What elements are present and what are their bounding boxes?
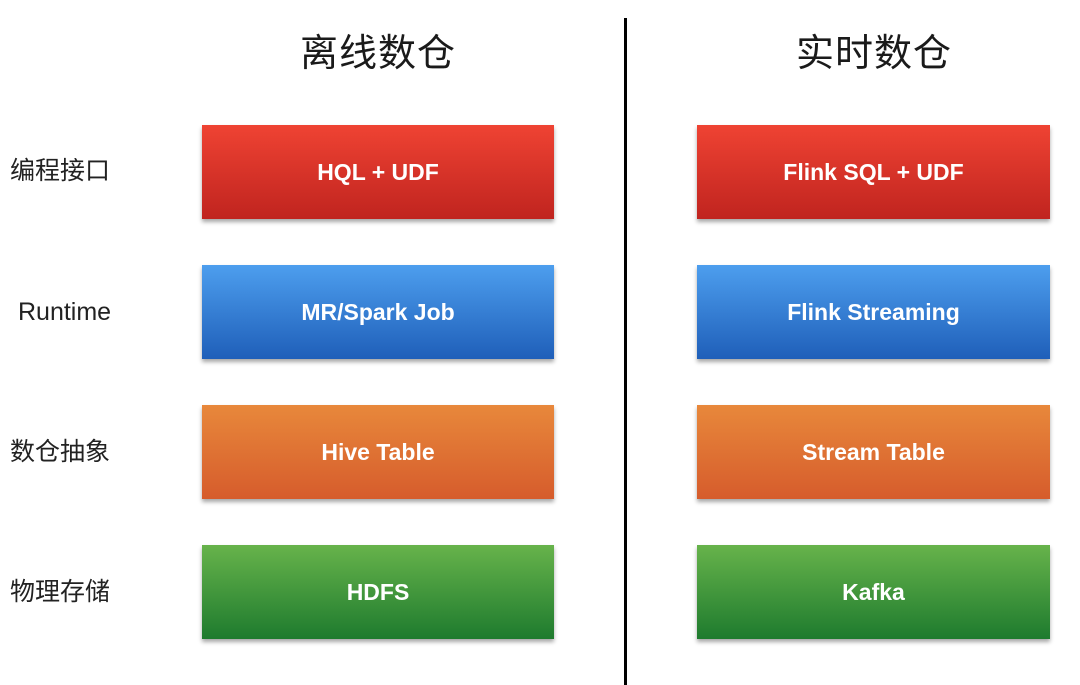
offline-programming-interface-box: HQL + UDF	[202, 125, 554, 219]
offline-physical-storage-box: HDFS	[202, 545, 554, 639]
box-label: HQL + UDF	[317, 158, 439, 185]
box-label: Stream Table	[802, 438, 945, 465]
box-label: Kafka	[842, 578, 905, 605]
offline-warehouse-abstraction-box: Hive Table	[202, 405, 554, 499]
realtime-warehouse-abstraction-box: Stream Table	[697, 405, 1050, 499]
box-label: Flink Streaming	[787, 298, 960, 325]
column-divider	[624, 18, 627, 685]
row-label-programming-interface: 编程接口	[10, 156, 111, 185]
box-label: MR/Spark Job	[301, 298, 455, 325]
offline-warehouse-title: 离线数仓	[299, 31, 456, 75]
offline-runtime-box: MR/Spark Job	[202, 265, 554, 359]
box-label: HDFS	[346, 578, 410, 605]
realtime-runtime-box: Flink Streaming	[697, 265, 1050, 359]
realtime-programming-interface-box: Flink SQL + UDF	[697, 125, 1050, 219]
row-label-physical-storage: 物理存储	[10, 577, 111, 606]
box-label: Flink SQL + UDF	[783, 158, 964, 185]
row-label-runtime: Runtime	[18, 298, 112, 326]
realtime-warehouse-title: 实时数仓	[795, 31, 952, 75]
realtime-physical-storage-box: Kafka	[697, 545, 1050, 639]
row-label-warehouse-abstraction: 数仓抽象	[10, 437, 111, 466]
box-label: Hive Table	[321, 438, 435, 465]
